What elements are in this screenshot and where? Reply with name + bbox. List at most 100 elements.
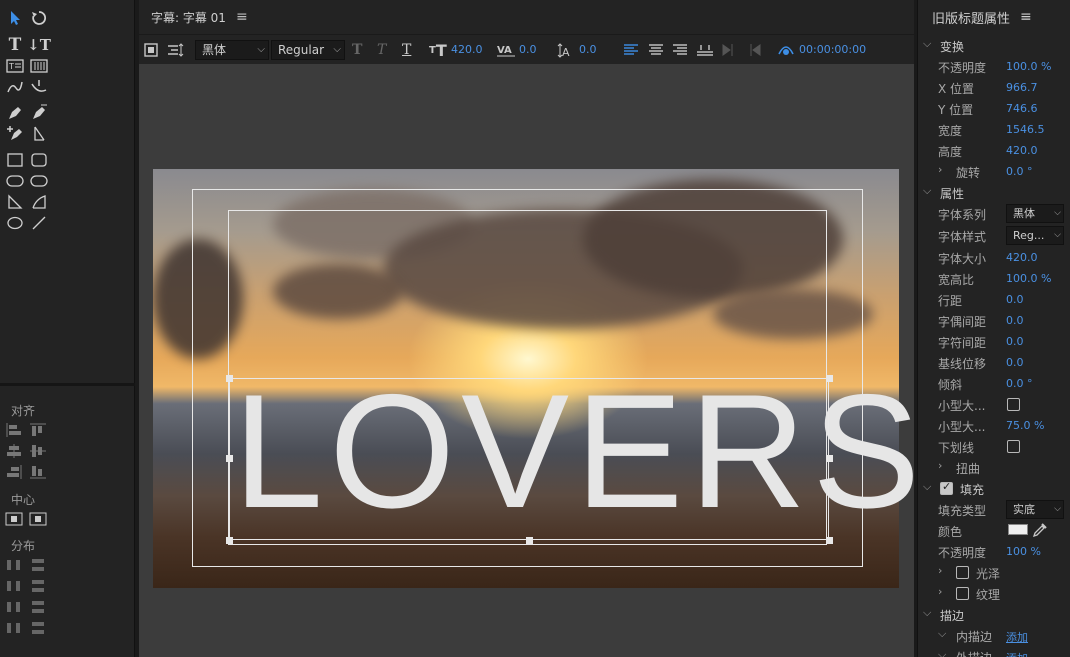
selection-tool-icon[interactable] — [4, 8, 26, 28]
section-stroke[interactable]: ⌵ 描边 — [918, 604, 1070, 625]
resize-handle-left[interactable] — [226, 455, 233, 462]
line-tool-icon[interactable] — [28, 213, 50, 233]
font-size-value[interactable]: 420.0 — [1006, 251, 1038, 264]
distribute-space-v-icon[interactable] — [29, 620, 47, 636]
convert-anchor-tool-icon[interactable] — [28, 124, 50, 144]
section-fill[interactable]: ⌵ 填充 — [918, 478, 1070, 499]
leading-value[interactable]: 0.0 — [1006, 293, 1024, 306]
kerning-value[interactable]: 0.0 — [519, 43, 537, 56]
resize-handle-top-left[interactable] — [226, 375, 233, 382]
font-style-select[interactable]: Reg... ⌵ — [1006, 226, 1064, 245]
background-video-toggle-icon[interactable] — [144, 41, 158, 59]
prop-outer-stroke[interactable]: ⌵ 外描边 添加 — [918, 646, 1070, 657]
italic-icon[interactable]: T — [377, 41, 386, 59]
vertical-path-type-tool-icon[interactable] — [28, 77, 50, 97]
distribute-left-icon[interactable] — [5, 557, 23, 573]
tab-stops-icon[interactable] — [167, 41, 185, 59]
center-horizontal-icon[interactable] — [5, 511, 23, 527]
panel-menu-icon[interactable]: ≡ — [1020, 9, 1032, 25]
rotate-tool-icon[interactable] — [28, 8, 50, 28]
align-text-right-icon[interactable] — [672, 41, 688, 59]
distribute-space-h-icon[interactable] — [5, 620, 23, 636]
prop-sheen[interactable]: › 光泽 — [918, 562, 1070, 583]
underline-icon[interactable]: T — [402, 41, 411, 59]
vertical-area-type-tool-icon[interactable] — [28, 56, 50, 76]
rounded-rectangle-tool-icon[interactable] — [28, 150, 50, 170]
clipped-corner-rect-tool-icon[interactable] — [4, 171, 26, 191]
resize-handle-bottom-left[interactable] — [226, 537, 233, 544]
prop-inner-stroke[interactable]: ⌵ 内描边 添加 — [918, 625, 1070, 646]
slant-value[interactable]: 0.0 ° — [1006, 377, 1033, 390]
align-right-icon[interactable] — [5, 464, 23, 480]
align-left-icon[interactable] — [5, 422, 23, 438]
distribute-top-icon[interactable] — [29, 557, 47, 573]
align-text-left-icon[interactable] — [623, 41, 639, 59]
round-rect-tool-icon[interactable] — [28, 171, 50, 191]
fill-checkbox[interactable] — [940, 480, 953, 495]
height-value[interactable]: 420.0 — [1006, 144, 1038, 157]
eyedropper-icon[interactable] — [1032, 522, 1048, 541]
opacity-value[interactable]: 100.0 % — [1006, 60, 1051, 73]
text-bounding-box[interactable] — [229, 378, 829, 540]
prop-distort[interactable]: › 扭曲 — [918, 457, 1070, 478]
resize-handle-right[interactable] — [826, 455, 833, 462]
prop-rotation[interactable]: › 旋转 0.0 ° — [918, 161, 1070, 182]
underline-checkbox[interactable] — [1007, 440, 1020, 453]
section-properties[interactable]: ⌵ 属性 — [918, 182, 1070, 203]
add-outer-stroke-link[interactable]: 添加 — [1006, 650, 1028, 657]
timecode-value[interactable]: 00:00:00:00 — [799, 43, 866, 56]
align-bottom-icon[interactable] — [29, 464, 47, 480]
tab-alignment-icon[interactable] — [696, 41, 714, 59]
add-inner-stroke-link[interactable]: 添加 — [1006, 629, 1028, 645]
distribute-center-h-icon[interactable] — [5, 578, 23, 594]
fill-type-select[interactable]: 实底 ⌵ — [1006, 500, 1064, 519]
wedge-tool-icon[interactable] — [4, 192, 26, 212]
show-background-video-icon[interactable] — [777, 41, 795, 59]
path-type-tool-icon[interactable] — [4, 77, 26, 97]
small-caps-checkbox[interactable] — [1007, 398, 1020, 411]
distribute-center-v-icon[interactable] — [29, 578, 47, 594]
leading-value[interactable]: 0.0 — [579, 43, 597, 56]
roll-crawl-left-icon[interactable] — [721, 41, 737, 59]
resize-handle-top-right[interactable] — [826, 375, 833, 382]
pen-tool-icon[interactable] — [4, 103, 26, 123]
align-center-v-icon[interactable] — [29, 443, 47, 459]
panel-menu-icon[interactable]: ≡ — [236, 9, 248, 25]
font-size-value[interactable]: 420.0 — [451, 43, 483, 56]
color-swatch[interactable] — [1008, 524, 1028, 535]
font-family-select[interactable]: 黑体 ⌵ — [1006, 204, 1064, 223]
y-position-value[interactable]: 746.6 — [1006, 102, 1038, 115]
ellipse-tool-icon[interactable] — [4, 213, 26, 233]
section-transform[interactable]: ⌵ 变换 — [918, 35, 1070, 56]
rotation-value[interactable]: 0.0 ° — [1006, 165, 1033, 178]
small-caps-size-value[interactable]: 75.0 % — [1006, 419, 1044, 432]
kerning-value[interactable]: 0.0 — [1006, 314, 1024, 327]
distribute-right-icon[interactable] — [5, 599, 23, 615]
font-family-select[interactable]: 黑体 ⌵ — [195, 40, 269, 60]
align-text-center-icon[interactable] — [648, 41, 664, 59]
resize-handle-bottom-right[interactable] — [826, 537, 833, 544]
align-center-h-icon[interactable] — [5, 443, 23, 459]
arc-tool-icon[interactable] — [28, 192, 50, 212]
texture-checkbox[interactable] — [956, 587, 969, 600]
type-tool-icon[interactable]: T — [4, 35, 26, 55]
vertical-type-tool-icon[interactable]: ↓T — [27, 35, 51, 55]
sheen-checkbox[interactable] — [956, 566, 969, 579]
fill-opacity-value[interactable]: 100 % — [1006, 545, 1041, 558]
bold-icon[interactable]: T — [352, 41, 362, 59]
tracking-value[interactable]: 0.0 — [1006, 335, 1024, 348]
align-top-icon[interactable] — [29, 422, 47, 438]
distribute-bottom-icon[interactable] — [29, 599, 47, 615]
center-vertical-icon[interactable] — [29, 511, 47, 527]
rectangle-tool-icon[interactable] — [4, 150, 26, 170]
x-position-value[interactable]: 966.7 — [1006, 81, 1038, 94]
delete-anchor-tool-icon[interactable] — [28, 103, 50, 123]
baseline-value[interactable]: 0.0 — [1006, 356, 1024, 369]
roll-crawl-right-icon[interactable] — [746, 41, 762, 59]
prop-texture[interactable]: › 纹理 — [918, 583, 1070, 604]
aspect-value[interactable]: 100.0 % — [1006, 272, 1051, 285]
font-style-select[interactable]: Regular ⌵ — [271, 40, 345, 60]
resize-handle-bottom[interactable] — [526, 537, 533, 544]
add-anchor-tool-icon[interactable] — [4, 124, 26, 144]
width-value[interactable]: 1546.5 — [1006, 123, 1045, 136]
